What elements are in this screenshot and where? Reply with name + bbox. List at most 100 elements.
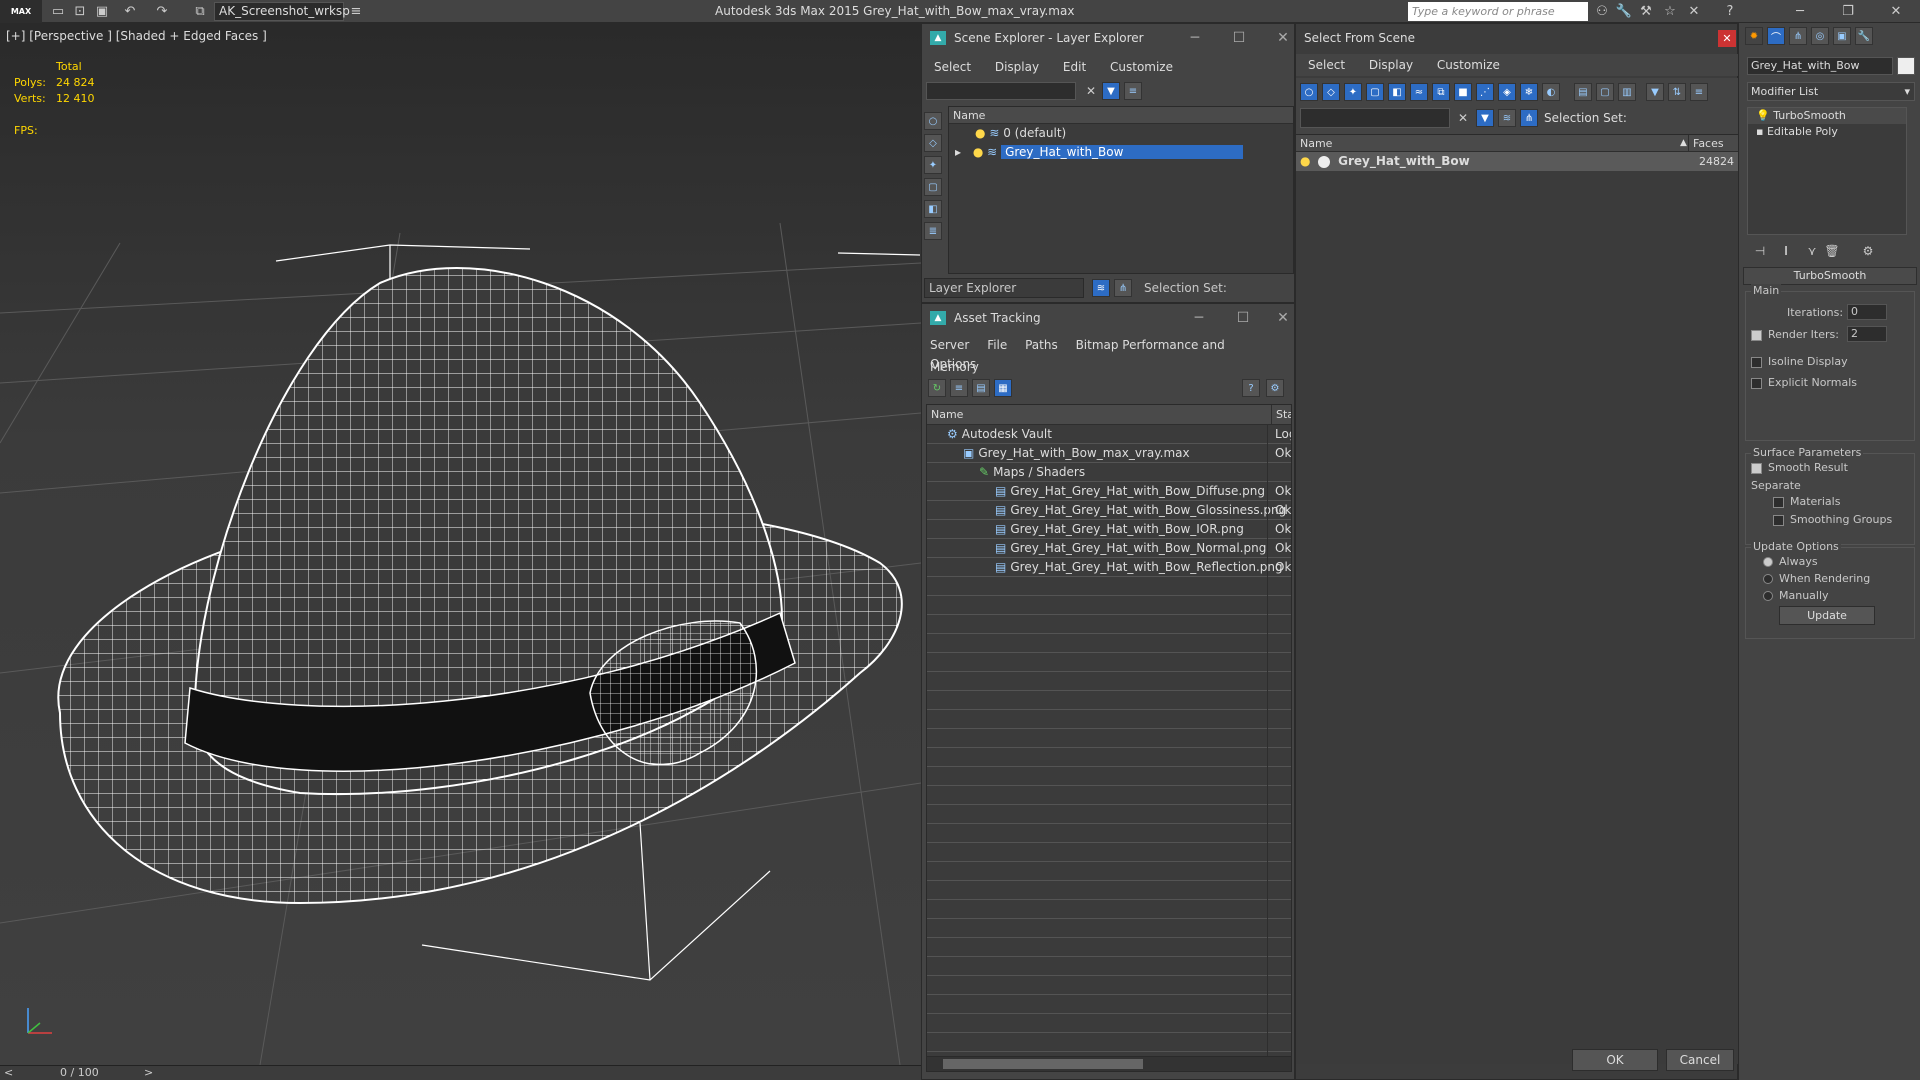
minimize-icon[interactable]: ─ bbox=[1790, 2, 1810, 21]
scrollbar-thumb[interactable] bbox=[943, 1059, 1143, 1069]
clear-search-icon[interactable]: ✕ bbox=[1082, 82, 1100, 100]
radio-unselected[interactable] bbox=[1763, 591, 1773, 601]
close-icon[interactable]: ✕ bbox=[1268, 304, 1298, 332]
display-shapes-icon[interactable]: ◇ bbox=[924, 134, 942, 152]
iterations-spinner[interactable]: 0 bbox=[1847, 304, 1887, 320]
smooth-result-checkbox[interactable]: Smooth Result bbox=[1751, 461, 1848, 474]
modify-tab-icon[interactable]: ⌒ bbox=[1767, 27, 1785, 45]
checkbox-checked[interactable] bbox=[1751, 329, 1762, 341]
smoothing-groups-checkbox[interactable]: Smoothing Groups bbox=[1773, 513, 1892, 526]
undo-icon[interactable]: ↶ bbox=[120, 2, 140, 21]
asset-row[interactable]: ▤ Grey_Hat_Grey_Hat_with_Bow_IOR.png Ok bbox=[927, 520, 1291, 539]
hierarchy-tab-icon[interactable]: ⋔ bbox=[1789, 27, 1807, 45]
binoculars-icon[interactable]: ⚇ bbox=[1592, 2, 1612, 21]
menu-options[interactable]: Options bbox=[930, 357, 976, 371]
timeline-next-button[interactable]: > bbox=[144, 1066, 153, 1079]
checkbox-unchecked[interactable] bbox=[1751, 356, 1762, 368]
asset-row[interactable]: ▣ Grey_Hat_with_Bow_max_vray.max Ok bbox=[927, 444, 1291, 463]
remove-modifier-icon[interactable]: 🗑 bbox=[1823, 243, 1841, 259]
clear-search-icon[interactable]: ✕ bbox=[1454, 109, 1472, 127]
table-view-icon[interactable]: ▦ bbox=[994, 379, 1012, 397]
filter-icon[interactable]: ▼ bbox=[1646, 83, 1664, 101]
display-containers-icon[interactable]: ◈ bbox=[1498, 83, 1516, 101]
display-lights-icon[interactable]: ✦ bbox=[924, 156, 942, 174]
display-tab-icon[interactable]: ▣ bbox=[1833, 27, 1851, 45]
checkbox-unchecked[interactable] bbox=[1773, 496, 1784, 508]
modifier-list-dropdown[interactable]: Modifier List ▾ bbox=[1747, 82, 1915, 101]
display-xrefs-icon[interactable]: ■ bbox=[1454, 83, 1472, 101]
menu-select[interactable]: Select bbox=[1308, 58, 1345, 72]
radio-selected[interactable] bbox=[1763, 557, 1773, 567]
stack-item-turbosmooth[interactable]: 💡 TurboSmooth bbox=[1748, 108, 1906, 124]
close-x-icon[interactable]: ✕ bbox=[1684, 2, 1704, 21]
select-invert-icon[interactable]: ▥ bbox=[1618, 83, 1636, 101]
maximize-icon[interactable]: ☐ bbox=[1228, 304, 1258, 332]
menu-customize[interactable]: Customize bbox=[1110, 60, 1173, 74]
find-options-icon[interactable]: ≡ bbox=[1124, 82, 1142, 100]
pin-stack-icon[interactable]: ⊣ bbox=[1751, 243, 1769, 259]
render-iters-checkbox[interactable]: Render Iters: bbox=[1751, 328, 1839, 341]
display-frozen-icon[interactable]: ❄ bbox=[1520, 83, 1538, 101]
menu-customize[interactable]: Customize bbox=[1437, 58, 1500, 72]
bulb-icon[interactable]: 💡 bbox=[1756, 109, 1770, 122]
refresh-icon[interactable]: ↻ bbox=[928, 379, 946, 397]
update-button[interactable]: Update bbox=[1779, 606, 1875, 625]
menu-paths[interactable]: Paths bbox=[1025, 338, 1058, 352]
project-folder-icon[interactable]: ⧉ bbox=[190, 2, 210, 21]
app-logo[interactable]: MAX bbox=[0, 0, 42, 23]
display-shapes-icon[interactable]: ◇ bbox=[1322, 83, 1340, 101]
menu-edit[interactable]: Edit bbox=[1063, 60, 1086, 74]
layer-sort-icon[interactable]: ≋ bbox=[1092, 279, 1110, 297]
update-always-radio[interactable]: Always bbox=[1763, 555, 1818, 568]
asset-row[interactable]: ⚙Autodesk Vault Log bbox=[927, 425, 1291, 444]
display-helpers-icon[interactable]: ◧ bbox=[924, 200, 942, 218]
star-icon[interactable]: ☆ bbox=[1660, 2, 1680, 21]
column-header-name[interactable]: Name bbox=[1300, 137, 1332, 150]
explorer-type-dropdown[interactable]: Layer Explorer bbox=[924, 278, 1084, 298]
close-icon[interactable]: ✕ bbox=[1886, 2, 1906, 21]
open-file-icon[interactable]: ⊡ bbox=[70, 2, 90, 21]
display-layers-icon[interactable]: ≣ bbox=[924, 222, 942, 240]
display-cameras-icon[interactable]: ▢ bbox=[924, 178, 942, 196]
object-row[interactable]: ● Grey_Hat_with_Bow 24824 bbox=[1296, 152, 1739, 171]
display-helpers-icon[interactable]: ◧ bbox=[1388, 83, 1406, 101]
light-bulb-icon[interactable]: ● bbox=[1300, 154, 1310, 168]
horizontal-scrollbar[interactable] bbox=[926, 1056, 1292, 1072]
list-view-icon[interactable]: ≡ bbox=[950, 379, 968, 397]
object-color-swatch[interactable] bbox=[1897, 57, 1915, 75]
materials-checkbox[interactable]: Materials bbox=[1773, 495, 1840, 508]
column-header-faces[interactable]: Faces bbox=[1688, 135, 1738, 152]
display-bones-icon[interactable]: ⋰ bbox=[1476, 83, 1494, 101]
radio-unselected[interactable] bbox=[1763, 574, 1773, 584]
viewport-label[interactable]: [+] [Perspective ] [Shaded + Edged Faces… bbox=[6, 29, 267, 43]
scene-explorer-search-input[interactable] bbox=[926, 82, 1076, 100]
wrench-icon[interactable]: 🔧 bbox=[1614, 2, 1634, 21]
create-tab-icon[interactable]: ✹ bbox=[1745, 27, 1763, 45]
menu-select[interactable]: Select bbox=[934, 60, 971, 74]
asset-row[interactable]: ✎ Maps / Shaders bbox=[927, 463, 1291, 482]
select-all-icon[interactable]: ▤ bbox=[1574, 83, 1592, 101]
make-unique-icon[interactable]: ⋎ bbox=[1803, 243, 1821, 259]
light-bulb-icon[interactable]: ● bbox=[973, 145, 983, 159]
tools-icon[interactable]: ⚒ bbox=[1636, 2, 1656, 21]
display-lights-icon[interactable]: ✦ bbox=[1344, 83, 1362, 101]
timeline-prev-button[interactable]: < bbox=[4, 1066, 13, 1079]
display-spacewarps-icon[interactable]: ≈ bbox=[1410, 83, 1428, 101]
redo-icon[interactable]: ↷ bbox=[152, 2, 172, 21]
cancel-button[interactable]: Cancel bbox=[1666, 1049, 1734, 1071]
layer-row[interactable]: ● ≋ 0 (default) bbox=[949, 124, 1293, 143]
layers-icon[interactable]: ≋ bbox=[1498, 109, 1516, 127]
close-icon[interactable]: ✕ bbox=[1268, 24, 1298, 52]
menu-display[interactable]: Display bbox=[1369, 58, 1413, 72]
settings-icon[interactable]: ⚙ bbox=[1266, 379, 1284, 397]
column-header-status[interactable]: Stat bbox=[1271, 405, 1291, 425]
render-iters-spinner[interactable]: 2 bbox=[1847, 326, 1887, 342]
object-name-input[interactable]: Grey_Hat_with_Bow bbox=[1747, 57, 1893, 75]
display-geometry-icon[interactable]: ○ bbox=[1300, 83, 1318, 101]
show-end-result-icon[interactable]: Ι bbox=[1777, 243, 1795, 259]
close-icon[interactable]: ✕ bbox=[1718, 30, 1736, 47]
help-icon[interactable]: ? bbox=[1720, 2, 1740, 21]
filter-icon[interactable]: ▼ bbox=[1102, 82, 1120, 100]
checkbox-checked[interactable] bbox=[1751, 462, 1762, 474]
asset-row[interactable]: ▤ Grey_Hat_Grey_Hat_with_Bow_Glossiness.p… bbox=[927, 501, 1291, 520]
